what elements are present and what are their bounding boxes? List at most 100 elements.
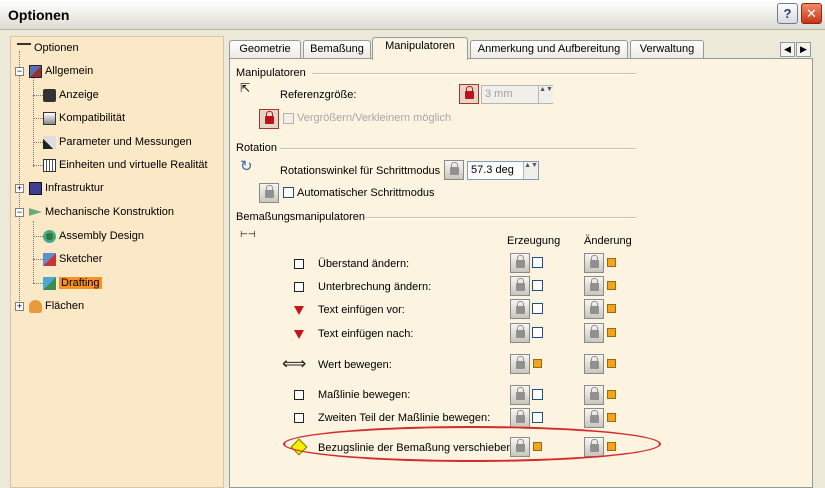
compatibility-icon — [43, 111, 56, 125]
drafting-icon — [43, 276, 56, 290]
scale-label: Vergrößern/Verkleinern möglich — [297, 112, 452, 124]
tree-item-kompatibilitaet[interactable]: Kompatibilität — [43, 109, 125, 127]
create-checkbox[interactable] — [532, 280, 543, 291]
help-button[interactable]: ? — [777, 3, 798, 24]
tree-item-parameter[interactable]: Parameter und Messungen — [43, 133, 192, 151]
tab-manipulatoren[interactable]: Manipulatoren — [372, 37, 468, 60]
create-lock-button[interactable] — [510, 408, 530, 428]
lock-icon — [590, 278, 599, 291]
expander-allgemein[interactable]: − — [15, 67, 24, 76]
create-checkbox[interactable] — [532, 257, 543, 268]
modify-checkbox[interactable] — [607, 413, 616, 422]
lock-icon — [516, 255, 525, 268]
create-lock-button[interactable] — [510, 253, 530, 273]
modify-checkbox[interactable] — [607, 281, 616, 290]
expander-flaechen[interactable]: + — [15, 302, 24, 311]
lock-icon — [450, 162, 459, 175]
row-label-text-nach: Text einfügen nach: — [318, 328, 414, 340]
modify-checkbox[interactable] — [607, 359, 616, 368]
tree-item-mechanische-konstruktion[interactable]: Mechanische Konstruktion — [29, 203, 174, 221]
ref-size-spinner[interactable]: ▲▼ — [538, 86, 553, 103]
row-label-ueberstand: Überstand ändern: — [318, 258, 410, 270]
modify-lock-button[interactable] — [584, 385, 604, 405]
row-symbol-box — [294, 259, 304, 269]
tree-item-assembly-design[interactable]: Assembly Design — [43, 227, 144, 245]
modify-lock-button[interactable] — [584, 354, 604, 374]
general-icon — [29, 64, 42, 78]
create-checkbox[interactable] — [532, 412, 543, 423]
manipulator-cursor-icon: ⇱ — [240, 81, 251, 95]
tree-item-optionen[interactable]: Optionen — [17, 39, 79, 57]
lock-icon — [516, 301, 525, 314]
auto-step-label: Automatischer Schrittmodus — [297, 187, 435, 199]
tree-item-einheiten[interactable]: Einheiten und virtuelle Realität — [43, 156, 208, 174]
lock-icon — [590, 301, 599, 314]
units-icon — [43, 158, 56, 172]
scale-checkbox[interactable] — [283, 113, 294, 124]
modify-lock-button[interactable] — [584, 299, 604, 319]
tree-item-flaechen[interactable]: Flächen — [29, 297, 84, 315]
modify-checkbox[interactable] — [607, 258, 616, 267]
row-symbol-box — [294, 413, 304, 423]
parameters-icon — [43, 135, 56, 149]
step-angle-spinner[interactable]: ▲▼ — [523, 162, 538, 179]
create-lock-button[interactable] — [510, 299, 530, 319]
create-lock-button[interactable] — [510, 323, 530, 343]
window-title: Optionen — [8, 7, 70, 23]
modify-lock-button[interactable] — [584, 276, 604, 296]
expander-mechanische[interactable]: − — [15, 208, 24, 217]
row-label-masslinie: Maßlinie bewegen: — [318, 389, 411, 401]
tree-item-allgemein[interactable]: Allgemein — [29, 62, 93, 80]
col-aenderung: Änderung — [584, 235, 632, 247]
tab-anmerkung[interactable]: Anmerkung und Aufbereitung — [470, 40, 628, 59]
create-checkbox[interactable] — [532, 303, 543, 314]
scale-lock-button[interactable] — [259, 109, 279, 129]
tree-item-anzeige[interactable]: Anzeige — [43, 86, 99, 104]
create-lock-button[interactable] — [510, 385, 530, 405]
modify-checkbox[interactable] — [607, 390, 616, 399]
tab-verwaltung[interactable]: Verwaltung — [630, 40, 704, 59]
mechanical-design-icon — [29, 208, 42, 216]
tree-item-sketcher[interactable]: Sketcher — [43, 250, 102, 268]
row-symbol-box — [294, 390, 304, 400]
tab-bemassung[interactable]: Bemaßung — [303, 40, 371, 59]
options-tree: Optionen − Allgemein Anzeige Kompatibili… — [10, 36, 224, 488]
modify-lock-button[interactable] — [584, 323, 604, 343]
auto-step-lock-button[interactable] — [259, 183, 279, 203]
tab-scroll-right[interactable]: ▶ — [796, 42, 811, 57]
modify-checkbox[interactable] — [607, 328, 616, 337]
tree-item-infrastruktur[interactable]: Infrastruktur — [29, 179, 104, 197]
modify-lock-button[interactable] — [584, 408, 604, 428]
step-angle-label: Rotationswinkel für Schrittmodus — [280, 165, 441, 177]
expander-infrastruktur[interactable]: + — [15, 184, 24, 193]
lock-icon — [590, 325, 599, 338]
tab-geometrie[interactable]: Geometrie — [229, 40, 301, 59]
create-lock-button[interactable] — [510, 276, 530, 296]
step-angle-lock-button[interactable] — [444, 160, 464, 180]
row-label-wert: Wert bewegen: — [318, 359, 392, 371]
create-checkbox[interactable] — [532, 389, 543, 400]
options-icon — [17, 43, 31, 53]
section-manipulators-title: Manipulatoren — [236, 67, 306, 79]
section-rotation-title: Rotation — [236, 142, 277, 154]
col-erzeugung: Erzeugung — [507, 235, 561, 247]
tab-scroll-left[interactable]: ◀ — [780, 42, 795, 57]
lock-icon — [516, 325, 525, 338]
ref-size-label: Referenzgröße: — [280, 89, 357, 101]
auto-step-checkbox[interactable] — [283, 187, 294, 198]
create-checkbox[interactable] — [533, 359, 542, 368]
close-button[interactable]: ✕ — [801, 3, 822, 24]
lock-icon — [516, 387, 525, 400]
row-symbol-double-arrow: ⟺ — [282, 354, 307, 373]
manipulators-panel: Manipulatoren ⇱ Referenzgröße: 3 mm ▲▼ V… — [229, 58, 813, 488]
create-checkbox[interactable] — [532, 327, 543, 338]
lock-icon — [590, 387, 599, 400]
create-lock-button[interactable] — [510, 354, 530, 374]
ref-size-lock-button[interactable] — [459, 84, 479, 104]
modify-checkbox[interactable] — [607, 304, 616, 313]
tree-item-drafting[interactable]: Drafting — [43, 274, 102, 292]
lock-icon — [590, 356, 599, 369]
modify-lock-button[interactable] — [584, 253, 604, 273]
infrastructure-icon — [29, 181, 42, 195]
display-icon — [43, 88, 56, 102]
